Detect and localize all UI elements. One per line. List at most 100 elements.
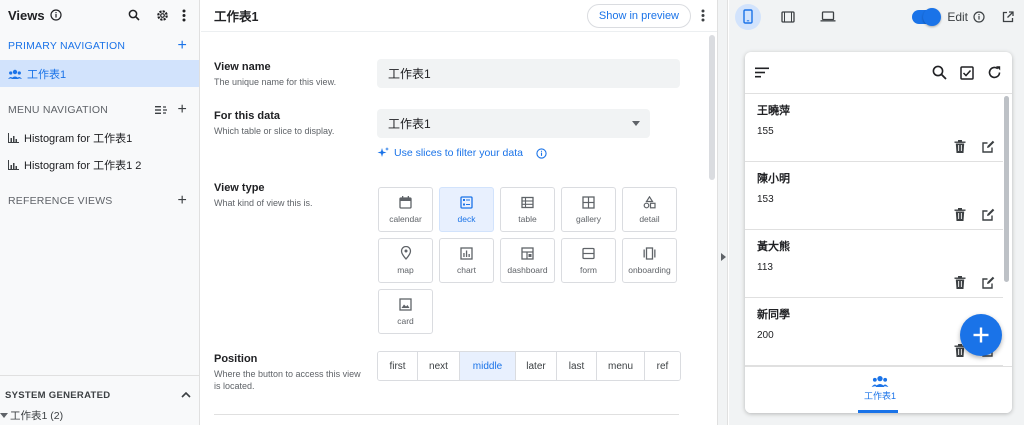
view-type-label: View type (214, 182, 265, 194)
editor-header: 工作表1 Show in preview (201, 0, 717, 32)
use-slices-text: Use slices to filter your data (394, 147, 523, 159)
edit-icon[interactable] (982, 208, 995, 221)
view-type-deck[interactable]: deck (439, 187, 494, 232)
views-sidebar: Views PRIMARY NAVIGATION + 工作表1 MENU NAV (0, 0, 200, 425)
primary-navigation-label: PRIMARY NAVIGATION (8, 40, 126, 52)
position-later[interactable]: later (516, 352, 557, 380)
view-type-dashboard[interactable]: dashboard (500, 238, 555, 283)
view-name-input[interactable]: 工作表1 (377, 59, 680, 88)
use-slices-link[interactable]: Use slices to filter your data (377, 147, 547, 159)
refresh-icon[interactable] (987, 65, 1002, 80)
sidebar-title: Views (8, 7, 45, 23)
mobile-device-button[interactable] (735, 3, 761, 30)
view-type-label: onboarding (628, 264, 671, 275)
editor-scrollbar[interactable] (709, 33, 715, 425)
edit-mode-label: Edit (947, 9, 968, 24)
sidebar-item-histogram-2[interactable]: Histogram for 工作表1 2 (0, 151, 199, 178)
view-type-map[interactable]: map (378, 238, 433, 283)
tablet-icon (781, 10, 795, 23)
people-icon (871, 375, 889, 387)
app-bar (745, 52, 1012, 94)
add-reference-view-button[interactable]: + (177, 193, 187, 209)
reorder-icon[interactable] (155, 105, 168, 115)
view-type-label: gallery (575, 213, 602, 224)
sidebar-header: Views (0, 0, 199, 30)
laptop-icon (820, 11, 836, 22)
gear-icon[interactable] (155, 8, 169, 22)
chart-icon (460, 246, 473, 260)
phone-preview: 王曉萍 155 陳小明 153 黃大熊 113 新同學 200 工作表1 (745, 52, 1012, 413)
position-menu[interactable]: menu (597, 352, 645, 380)
preview-panel: Edit 王曉萍 155 陳小明 153 黃大熊 113 新同學 200 工作表… (729, 0, 1024, 425)
tablet-device-button[interactable] (775, 4, 801, 30)
position-middle[interactable]: middle (460, 352, 516, 380)
view-type-card[interactable]: card (378, 289, 433, 334)
more-vert-icon[interactable] (177, 8, 191, 22)
system-tree-item[interactable]: 工作表1 (2) (0, 408, 199, 423)
data-source-value: 工作表1 (388, 117, 431, 131)
view-type-onboarding[interactable]: onboarding (622, 238, 677, 283)
bottom-nav-tab[interactable]: 工作表1 (858, 375, 902, 402)
view-type-description: What kind of view this is. (214, 198, 313, 208)
sparkle-icon (377, 147, 389, 159)
position-first[interactable]: first (378, 352, 418, 380)
bar-chart-icon (8, 132, 19, 143)
view-type-detail[interactable]: detail (622, 187, 677, 232)
view-type-label: detail (639, 213, 660, 224)
sidebar-item-primary-view[interactable]: 工作表1 (0, 60, 199, 87)
list-item[interactable]: 王曉萍 155 (745, 94, 1003, 162)
position-ref[interactable]: ref (645, 352, 680, 380)
view-type-label: table (518, 213, 537, 224)
editor-scrollbar-thumb[interactable] (709, 35, 715, 180)
for-this-data-label: For this data (214, 110, 281, 122)
search-icon[interactable] (127, 8, 141, 22)
view-type-table[interactable]: table (500, 187, 555, 232)
system-generated-label: SYSTEM GENERATED (5, 389, 111, 401)
info-icon[interactable] (49, 8, 63, 22)
system-tree-label: 工作表1 (2) (10, 410, 64, 422)
view-editor: 工作表1 Show in preview View name The uniqu… (201, 0, 717, 425)
list-item[interactable]: 黃大熊 113 (745, 230, 1003, 298)
view-type-label: deck (457, 213, 476, 224)
view-type-form[interactable]: form (561, 238, 616, 283)
delete-icon[interactable] (954, 208, 966, 221)
add-menu-view-button[interactable]: + (177, 102, 187, 118)
position-segmented-control: first next middle later last menu ref (377, 351, 681, 381)
list-item[interactable]: 陳小明 153 (745, 162, 1003, 230)
collapse-arrow-icon[interactable] (721, 253, 726, 261)
table-icon (521, 196, 534, 209)
delete-icon[interactable] (954, 276, 966, 289)
show-in-preview-button[interactable]: Show in preview (586, 3, 691, 28)
sidebar-item-label: Histogram for 工作表1 2 (24, 159, 142, 172)
record-value: 113 (757, 262, 773, 273)
desktop-device-button[interactable] (815, 4, 841, 30)
system-generated-header[interactable]: SYSTEM GENERATED (0, 376, 199, 406)
chevron-up-icon[interactable] (181, 384, 191, 398)
add-primary-view-button[interactable]: + (177, 38, 187, 54)
info-icon[interactable] (536, 147, 547, 159)
form-icon (582, 247, 595, 260)
delete-icon[interactable] (954, 140, 966, 153)
view-type-label: map (397, 265, 414, 275)
sidebar-item-histogram-1[interactable]: Histogram for 工作表1 (0, 124, 199, 151)
data-source-select[interactable]: 工作表1 (377, 109, 650, 138)
view-type-gallery[interactable]: gallery (561, 187, 616, 232)
checkbox-select-icon[interactable] (960, 65, 974, 80)
view-type-grid: calendar deck table gallery detail map c… (378, 187, 678, 334)
search-icon[interactable] (932, 65, 947, 80)
edit-icon[interactable] (982, 140, 995, 153)
edit-icon[interactable] (982, 276, 995, 289)
position-last[interactable]: last (557, 352, 597, 380)
reference-views-label: REFERENCE VIEWS (8, 195, 113, 207)
edit-mode-toggle[interactable] (912, 7, 942, 26)
sort-menu-icon[interactable] (755, 67, 769, 78)
position-next[interactable]: next (418, 352, 460, 380)
list-scrollbar[interactable] (1004, 96, 1009, 282)
panel-splitter[interactable] (717, 0, 728, 425)
view-type-calendar[interactable]: calendar (378, 187, 433, 232)
view-type-chart[interactable]: chart (439, 238, 494, 283)
add-record-fab[interactable] (960, 314, 1002, 356)
info-icon[interactable] (973, 10, 985, 23)
more-vert-icon[interactable] (701, 9, 705, 22)
open-in-new-icon[interactable] (1002, 10, 1014, 23)
